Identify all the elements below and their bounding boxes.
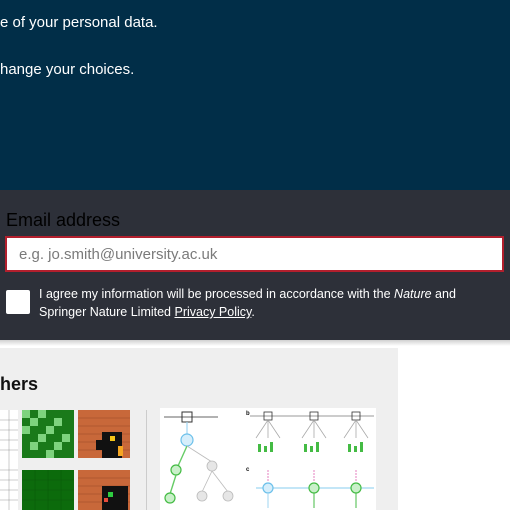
cookie-banner: e of your personal data. hange your choi…	[0, 0, 510, 190]
banner-text-line-1: e of your personal data.	[0, 14, 158, 31]
brick-maze-thumbnail[interactable]	[78, 410, 130, 510]
green-grid-thumbnail[interactable]	[22, 410, 74, 510]
svg-text:b: b	[246, 411, 250, 417]
consent-text: I agree my information will be processed…	[39, 287, 456, 319]
grid-table-thumbnail[interactable]	[0, 410, 18, 510]
email-label: Email address	[6, 210, 121, 230]
section-shadow	[0, 340, 510, 346]
consent-brand: Nature	[394, 287, 432, 301]
panel-heading: hers	[0, 374, 39, 394]
email-input[interactable]	[5, 236, 504, 272]
privacy-policy-link[interactable]: Privacy Policy	[174, 305, 251, 319]
consent-checkbox[interactable]	[6, 290, 30, 314]
thumbnail-divider	[146, 410, 147, 510]
network-diagram-thumbnail[interactable]: b c	[160, 408, 376, 510]
banner-text-line-2: hange your choices.	[0, 61, 135, 78]
